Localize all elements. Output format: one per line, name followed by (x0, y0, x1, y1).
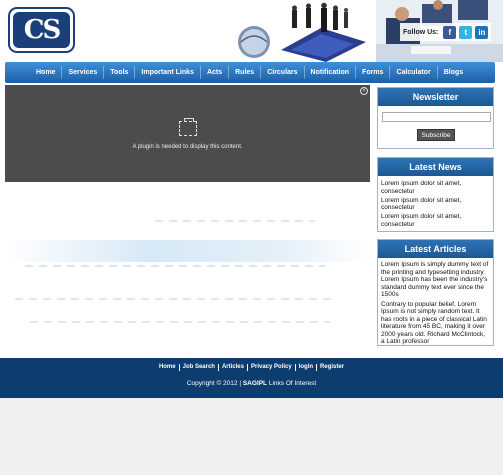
faded-divider (155, 220, 315, 222)
footer-links: Home Job Search Articles Privacy Policy … (0, 364, 503, 371)
news-item[interactable]: Lorem ipsum dolor sit amet, consectetur (378, 213, 493, 228)
news-item[interactable]: Lorem ipsum dolor sit amet, consectetur (378, 180, 493, 195)
faded-banner (5, 240, 370, 262)
faded-content-area (5, 185, 370, 355)
footer-link-privacy-policy[interactable]: Privacy Policy (248, 364, 296, 371)
newsletter-title: Newsletter (378, 88, 493, 106)
follow-us-label: Follow Us: (403, 28, 439, 36)
page: CS Follow Us: f t in Home Services Tools… (0, 0, 503, 398)
plugin-message: A plugin is needed to display this conte… (132, 144, 243, 150)
newsletter-email-input[interactable] (382, 112, 491, 122)
nav-blogs[interactable]: Blogs (438, 66, 469, 79)
latest-news-title: Latest News (378, 158, 493, 176)
nav-notification[interactable]: Notification (305, 66, 357, 79)
footer-link-job-search[interactable]: Job Search (180, 364, 219, 371)
footer: Home Job Search Articles Privacy Policy … (0, 358, 503, 398)
nav-circulars[interactable]: Circulars (261, 66, 305, 79)
footer-link-register[interactable]: Register (317, 364, 347, 371)
close-icon[interactable]: × (360, 87, 368, 95)
faded-text-line (25, 265, 325, 267)
twitter-icon[interactable]: t (459, 25, 473, 39)
article-excerpt[interactable]: Lorem Ipsum is simply dummy text of the … (378, 258, 493, 299)
copyright: Copyright © 2012 | SAGIPL Links Of Inter… (0, 380, 503, 387)
nav-services[interactable]: Services (62, 66, 105, 79)
copyright-prefix: Copyright © 2012 | (186, 380, 242, 387)
faded-text-line (30, 321, 330, 323)
nav-forms[interactable]: Forms (356, 66, 391, 79)
latest-articles-box: Latest Articles Lorem Ipsum is simply du… (377, 239, 494, 346)
linkedin-icon[interactable]: in (475, 25, 489, 39)
news-item[interactable]: Lorem ipsum dolor sit amet, consectetur (378, 197, 493, 212)
plugin-placeholder[interactable]: × A plugin is needed to display this con… (5, 85, 370, 182)
header: CS Follow Us: f t in (0, 0, 503, 62)
nav-acts[interactable]: Acts (201, 66, 230, 79)
follow-us-bar: Follow Us: f t in (400, 23, 492, 41)
article-excerpt[interactable]: Contrary to popular belief, Lorem Ipsum … (378, 299, 493, 346)
logo-text: CS (13, 12, 70, 48)
nav-rules[interactable]: Rules (229, 66, 262, 79)
copyright-suffix[interactable]: Links Of Interest (269, 380, 316, 387)
nav-important-links[interactable]: Important Links (135, 66, 201, 79)
main-nav: Home Services Tools Important Links Acts… (5, 62, 495, 83)
nav-calculator[interactable]: Calculator (390, 66, 438, 79)
plugin-icon (179, 118, 197, 136)
footer-link-login[interactable]: login (296, 364, 318, 371)
footer-link-home[interactable]: Home (156, 364, 180, 371)
newsletter-box: Newsletter Subscribe (377, 87, 494, 149)
facebook-icon[interactable]: f (443, 25, 457, 39)
subscribe-button[interactable]: Subscribe (417, 129, 455, 141)
footer-link-articles[interactable]: Articles (219, 364, 248, 371)
nav-home[interactable]: Home (30, 66, 63, 79)
latest-articles-title: Latest Articles (378, 240, 493, 258)
faded-text-line (15, 298, 335, 300)
latest-news-box: Latest News Lorem ipsum dolor sit amet, … (377, 157, 494, 232)
copyright-brand[interactable]: SAGIPL (243, 380, 267, 387)
site-logo[interactable]: CS (8, 7, 75, 53)
nav-tools[interactable]: Tools (104, 66, 136, 79)
